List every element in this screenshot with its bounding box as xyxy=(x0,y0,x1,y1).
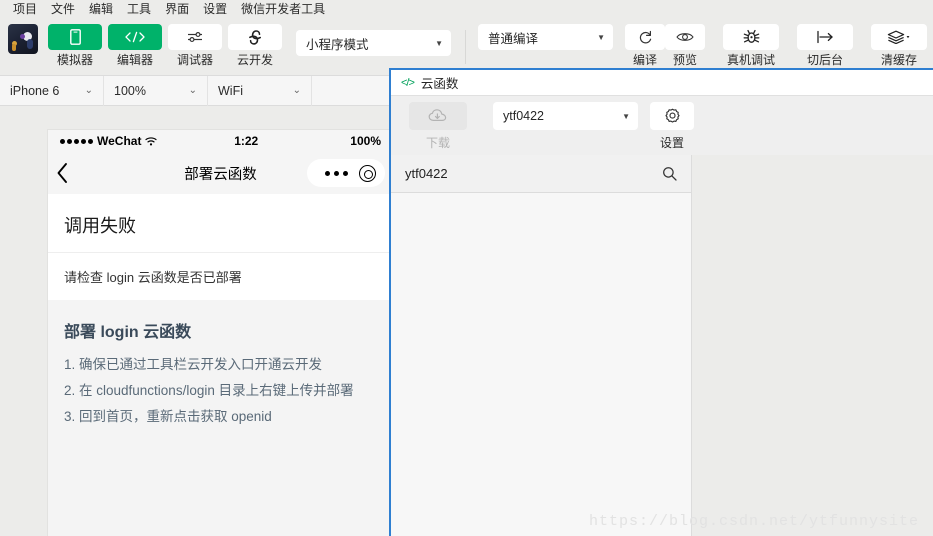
zoom-select[interactable]: 100% ⌄ xyxy=(104,75,208,106)
result-card: 调用失败 请检查 login 云函数是否已部署 xyxy=(48,194,393,300)
chevron-down-icon: ⌄ xyxy=(292,85,301,96)
arrow-to-right-icon xyxy=(797,24,853,50)
deploy-tip-step-3: 3. 回到首页，重新点击获取 openid xyxy=(64,409,272,424)
capsule-bar xyxy=(307,159,385,187)
cloud-dev-button[interactable]: 云开发 xyxy=(228,24,282,67)
switch-background-button[interactable]: 切后台 xyxy=(797,24,853,67)
search-bar[interactable]: ytf0422 xyxy=(391,155,691,193)
download-button-label: 下载 xyxy=(425,136,450,150)
mode-select[interactable]: 小程序模式 ▼ xyxy=(296,30,451,56)
phone-icon xyxy=(48,24,102,50)
phone-status-bar: WeChat 1:22 100% xyxy=(48,130,393,152)
result-card-title: 调用失败 xyxy=(48,194,393,253)
preview-button-label: 预览 xyxy=(672,53,697,67)
toolbar-divider xyxy=(465,30,466,64)
editor-button-label: 编辑器 xyxy=(116,53,153,67)
chevron-down-icon: ⌄ xyxy=(84,85,93,96)
network-select-value: WiFi xyxy=(218,83,243,98)
menu-item-project[interactable]: 项目 xyxy=(6,0,44,18)
result-card-desc: 请检查 login 云函数是否已部署 xyxy=(64,270,242,285)
status-battery: 100% xyxy=(350,134,381,148)
environment-select-value: ytf0422 xyxy=(503,109,545,123)
menu-item-settings[interactable]: 设置 xyxy=(196,0,234,18)
cloud-download-icon xyxy=(409,102,467,130)
simulator-area: WeChat 1:22 100% 部署云函数 调用失败 请检查 login 云函… xyxy=(0,106,393,536)
compile-mode-value: 普通编译 xyxy=(488,31,539,46)
status-carrier-group: WeChat xyxy=(60,134,158,148)
bug-icon xyxy=(723,24,779,50)
menu-item-interface[interactable]: 界面 xyxy=(158,0,196,18)
project-avatar[interactable] xyxy=(8,24,38,54)
chevron-down-icon: ⌄ xyxy=(188,85,197,96)
debugger-button-label: 调试器 xyxy=(176,53,213,67)
capsule-more-icon[interactable] xyxy=(325,170,348,176)
menu-item-file[interactable]: 文件 xyxy=(44,0,82,18)
switch-background-label: 切后台 xyxy=(806,53,843,67)
simulator-button-label: 模拟器 xyxy=(56,53,93,67)
app-window: 项目 文件 编辑 工具 界面 设置 微信开发者工具 模拟器 编辑器 调试器 云开… xyxy=(0,0,933,536)
device-select[interactable]: iPhone 6 ⌄ xyxy=(0,75,104,106)
sliders-icon xyxy=(168,24,222,50)
editor-button[interactable]: 编辑器 xyxy=(108,24,162,67)
settings-button[interactable]: 设置 xyxy=(650,102,694,151)
compile-mode-select[interactable]: 普通编译 ▼ xyxy=(478,24,613,50)
capsule-target-icon[interactable] xyxy=(359,164,376,182)
cloud-panel-body: ytf0422 xyxy=(391,155,933,536)
cloud-panel-title: 云函数 xyxy=(420,77,459,91)
mode-select-value: 小程序模式 xyxy=(306,37,369,52)
chevron-down-icon: ▼ xyxy=(622,111,630,121)
carrier-label: WeChat xyxy=(97,134,142,148)
gear-icon xyxy=(650,102,694,130)
search-input[interactable]: ytf0422 xyxy=(405,166,662,181)
status-time: 1:22 xyxy=(234,134,259,148)
clear-cache-label: 清缓存 xyxy=(880,53,917,67)
phone-page-body: 调用失败 请检查 login 云函数是否已部署 部署 login 云函数 1. … xyxy=(48,194,393,536)
cloud-dev-button-label: 云开发 xyxy=(236,53,273,67)
main-toolbar: 模拟器 编辑器 调试器 云开发 小程序模式 ▼ 普通编译 ▼ 编译 预览 真机调… xyxy=(0,18,933,68)
code-brackets-icon: </> xyxy=(401,76,415,89)
network-select[interactable]: WiFi ⌄ xyxy=(208,75,312,106)
cloud-function-list: ytf0422 xyxy=(391,155,692,536)
chevron-down-icon: ▼ xyxy=(597,32,605,42)
cloud-function-panel: </> 云函数 下载 ytf0422 ▼ 设置 ytf0422 xyxy=(389,68,933,536)
menu-item-tools[interactable]: 工具 xyxy=(120,0,158,18)
layers-icon xyxy=(871,24,927,50)
cloud-panel-header: </> 云函数 xyxy=(391,70,933,95)
cloud-panel-toolbar: 下载 ytf0422 ▼ 设置 xyxy=(391,95,933,155)
deploy-tips: 部署 login 云函数 1. 确保已通过工具栏云开发入口开通云开发 2. 在 … xyxy=(48,300,393,436)
phone-frame: WeChat 1:22 100% 部署云函数 调用失败 请检查 login 云函… xyxy=(48,130,393,536)
deploy-tips-heading: 部署 login 云函数 xyxy=(64,324,192,341)
toolbar-left-group: 模拟器 编辑器 调试器 云开发 小程序模式 ▼ xyxy=(0,18,466,67)
cloud-icon xyxy=(228,24,282,50)
wifi-icon xyxy=(145,136,158,146)
compile-button-label: 编译 xyxy=(632,53,657,67)
toolbar-right-group: 普通编译 ▼ 编译 预览 真机调试 切后台 清缓存 xyxy=(478,18,927,67)
search-icon[interactable] xyxy=(662,166,677,181)
real-device-debug-label: 真机调试 xyxy=(726,53,775,67)
debugger-button[interactable]: 调试器 xyxy=(168,24,222,67)
settings-button-label: 设置 xyxy=(659,136,684,150)
code-icon xyxy=(108,24,162,50)
simulator-button[interactable]: 模拟器 xyxy=(48,24,102,67)
signal-dots-icon xyxy=(60,138,93,144)
device-select-value: iPhone 6 xyxy=(10,83,60,98)
eye-icon xyxy=(665,24,705,50)
compile-button[interactable]: 编译 xyxy=(625,24,665,67)
clear-cache-button[interactable]: 清缓存 xyxy=(871,24,927,67)
menu-bar: 项目 文件 编辑 工具 界面 设置 微信开发者工具 xyxy=(0,0,933,18)
preview-button[interactable]: 预览 xyxy=(665,24,705,67)
download-button[interactable]: 下载 xyxy=(409,102,467,151)
cloud-function-detail-pane xyxy=(692,155,933,536)
menu-item-edit[interactable]: 编辑 xyxy=(82,0,120,18)
refresh-icon xyxy=(625,24,665,50)
real-device-debug-button[interactable]: 真机调试 xyxy=(723,24,779,67)
phone-nav-bar: 部署云函数 xyxy=(48,152,393,194)
deploy-tip-step-2: 2. 在 cloudfunctions/login 目录上右键上传并部署 xyxy=(64,383,354,398)
deploy-tip-step-1: 1. 确保已通过工具栏云开发入口开通云开发 xyxy=(64,357,323,372)
menu-item-devtools[interactable]: 微信开发者工具 xyxy=(234,0,332,18)
chevron-down-icon: ▼ xyxy=(435,38,443,48)
zoom-select-value: 100% xyxy=(114,83,146,98)
environment-select[interactable]: ytf0422 ▼ xyxy=(493,102,638,130)
